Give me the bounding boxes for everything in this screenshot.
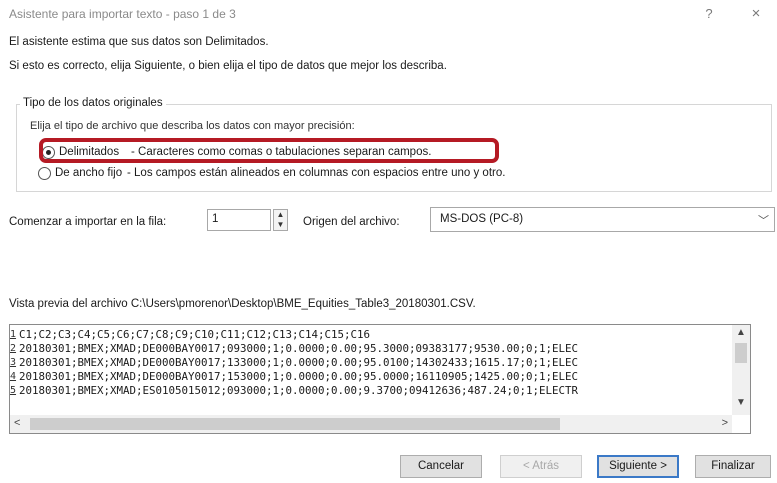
preview-row-text: 20180301;BMEX;XMAD;DE000BAY0017;133000;1… xyxy=(19,356,579,369)
preview-rows: 1 C1;C2;C3;C4;C5;C6;C7;C8;C9;C10;C11;C12… xyxy=(10,328,730,398)
preview-row-text: 20180301;BMEX;XMAD;DE000BAY0017;153000;1… xyxy=(19,370,579,383)
back-button[interactable]: < Atrás xyxy=(500,455,582,478)
finish-button[interactable]: Finalizar xyxy=(695,455,771,478)
preview-row-number: 2 xyxy=(10,343,17,354)
scroll-left-icon[interactable]: < xyxy=(14,417,20,429)
vertical-scroll-thumb[interactable] xyxy=(735,343,747,363)
preview-row: 2 20180301;BMEX;XMAD;DE000BAY0017;093000… xyxy=(10,342,730,356)
preview-row: 4 20180301;BMEX;XMAD;DE000BAY0017;153000… xyxy=(10,370,730,384)
file-origin-value: MS-DOS (PC-8) xyxy=(440,213,524,225)
file-preview[interactable]: 1 C1;C2;C3;C4;C5;C6;C7;C8;C9;C10;C11;C12… xyxy=(9,324,751,434)
preview-row-number: 3 xyxy=(10,357,17,368)
radio-fixed-width-circle[interactable] xyxy=(38,166,51,180)
close-button[interactable]: × xyxy=(744,4,768,24)
preview-row-text: C1;C2;C3;C4;C5;C6;C7;C8;C9;C10;C11;C12;C… xyxy=(19,328,371,341)
start-row-spinner[interactable]: ▲ ▼ xyxy=(273,209,288,231)
help-button[interactable]: ? xyxy=(697,4,721,24)
preview-row-text: 20180301;BMEX;XMAD;ES0105015012;093000;1… xyxy=(19,384,579,397)
data-type-prompt: Elija el tipo de archivo que describa lo… xyxy=(30,120,355,132)
preview-row-number: 4 xyxy=(10,371,17,382)
start-row-input[interactable]: 1 xyxy=(207,209,271,231)
preview-vertical-scrollbar[interactable]: ▲ ▼ xyxy=(732,325,750,415)
radio-fixed-width-label[interactable]: De ancho fijo xyxy=(55,167,127,179)
scroll-up-icon[interactable]: ▲ xyxy=(732,327,750,338)
radio-fixed-width-description: - Los campos están alineados en columnas… xyxy=(127,167,506,179)
preview-row: 5 20180301;BMEX;XMAD;ES0105015012;093000… xyxy=(10,384,730,398)
intro-line-1: El asistente estima que sus datos son De… xyxy=(9,36,269,48)
intro-line-2: Si esto es correcto, elija Siguiente, o … xyxy=(9,60,447,72)
scroll-down-icon[interactable]: ▼ xyxy=(732,397,750,408)
chevron-down-icon[interactable]: ﹀ xyxy=(758,212,769,228)
title-bar: Asistente para importar texto - paso 1 d… xyxy=(0,0,777,28)
file-origin-select[interactable]: MS-DOS (PC-8) ﹀ xyxy=(430,207,775,232)
preview-label: Vista previa del archivo C:\Users\pmoren… xyxy=(9,298,476,310)
start-row-label: Comenzar a importar en la fila: xyxy=(9,216,167,228)
next-button[interactable]: Siguiente > xyxy=(597,455,679,478)
preview-row-text: 20180301;BMEX;XMAD;DE000BAY0017;093000;1… xyxy=(19,342,579,355)
preview-row: 1 C1;C2;C3;C4;C5;C6;C7;C8;C9;C10;C11;C12… xyxy=(10,328,730,342)
data-type-group-title: Tipo de los datos originales xyxy=(20,97,166,109)
file-origin-label: Origen del archivo: xyxy=(303,216,400,228)
preview-row-number: 1 xyxy=(10,329,17,340)
preview-row-number: 5 xyxy=(10,385,17,396)
preview-row: 3 20180301;BMEX;XMAD;DE000BAY0017;133000… xyxy=(10,356,730,370)
highlight-annotation xyxy=(39,138,499,163)
window-title: Asistente para importar texto - paso 1 d… xyxy=(9,7,236,21)
scroll-right-icon[interactable]: > xyxy=(722,417,728,429)
spinner-up-icon[interactable]: ▲ xyxy=(274,210,287,220)
radio-fixed-width[interactable]: De ancho fijo - Los campos están alinead… xyxy=(38,164,505,182)
cancel-button[interactable]: Cancelar xyxy=(400,455,482,478)
spinner-down-icon[interactable]: ▼ xyxy=(274,220,287,230)
horizontal-scroll-thumb[interactable] xyxy=(30,418,560,430)
preview-horizontal-scrollbar[interactable]: < > xyxy=(10,415,732,433)
